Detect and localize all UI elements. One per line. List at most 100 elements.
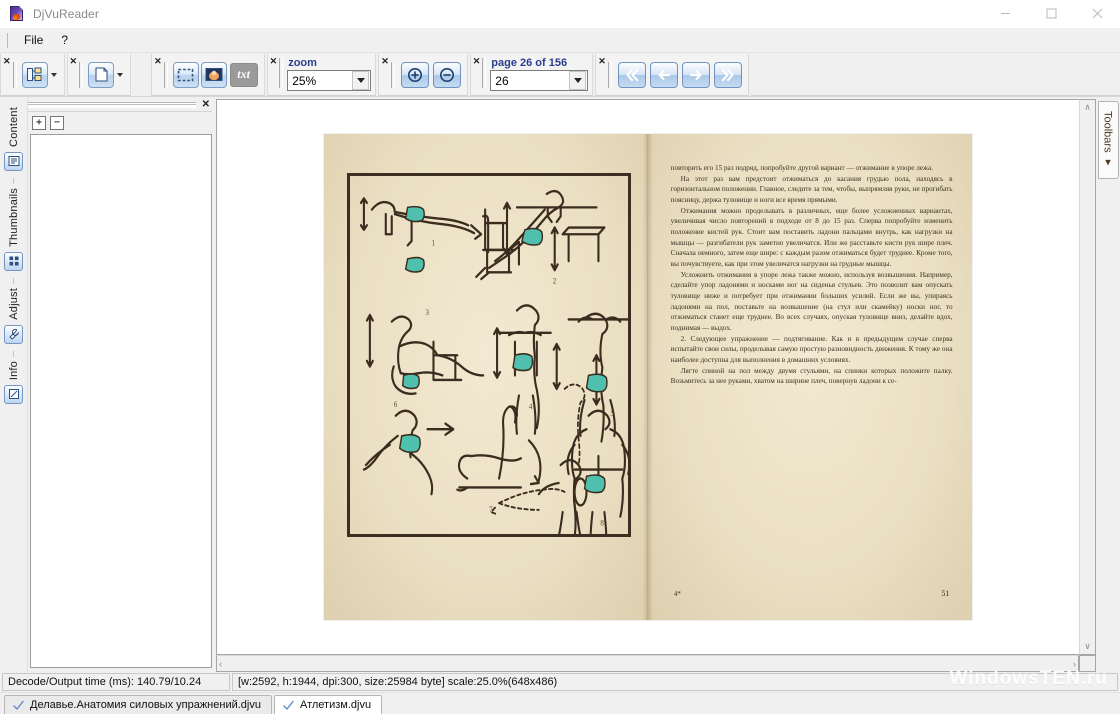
chevron-down-icon[interactable] xyxy=(569,71,586,90)
page-spread: 1 2 3 4 5 6 7 8 xyxy=(324,134,972,620)
chevron-down-icon[interactable] xyxy=(117,73,123,77)
title-bar: DjVuReader xyxy=(0,0,1120,28)
paragraph: Отжимания можно проделывать в различных,… xyxy=(671,206,953,270)
sidebar-item-label: Adjust xyxy=(8,286,20,322)
close-toolbar-icon[interactable]: ✕ xyxy=(70,57,78,66)
toolbar-grip[interactable] xyxy=(79,62,83,88)
sidebar-item-info[interactable]: Info xyxy=(4,359,23,404)
zoom-combo[interactable]: 25% xyxy=(287,70,371,91)
svg-text:3: 3 xyxy=(425,307,429,317)
page-toolbar: ✕ page 26 of 156 26 xyxy=(470,54,594,96)
scroll-up-icon[interactable]: ∧ xyxy=(1084,100,1091,115)
document-view[interactable]: 1 2 3 4 5 6 7 8 xyxy=(216,99,1079,655)
close-toolbar-icon[interactable]: ✕ xyxy=(270,57,278,66)
image-mode-icon[interactable] xyxy=(201,62,227,88)
document-page-right: повторить его 15 раз подряд, попробуйте … xyxy=(648,134,972,620)
paragraph: На этот раз вам предстоит отжиматься до … xyxy=(671,174,953,206)
previous-page-icon[interactable] xyxy=(650,62,678,88)
sidebar-panel: ✕ + − xyxy=(28,97,214,672)
svg-text:2: 2 xyxy=(552,276,556,286)
collapse-all-button[interactable]: − xyxy=(50,116,64,130)
panel-caption: ✕ xyxy=(28,99,212,111)
sidebar-tab-rail: Content Thumbnails xyxy=(0,97,28,672)
zoom-value: 25% xyxy=(292,74,352,88)
zoom-toolbar: ✕ zoom 25% xyxy=(267,54,377,96)
svg-text:6: 6 xyxy=(393,399,397,409)
content-tree-icon xyxy=(4,152,23,171)
page-combo[interactable]: 26 xyxy=(490,70,588,91)
svg-text:1: 1 xyxy=(431,238,435,248)
select-rectangle-icon[interactable] xyxy=(173,62,199,88)
toolbars-tab[interactable]: Toolbars ▾ xyxy=(1098,101,1119,179)
single-page-icon[interactable] xyxy=(88,62,114,88)
document-tab[interactable]: Делавье.Анатомия силовых упражнений.djvu xyxy=(4,695,272,714)
horizontal-scrollbar[interactable]: ‹ › xyxy=(216,655,1079,672)
application-window: DjVuReader File ? ✕ xyxy=(0,0,1120,714)
scrollbar-corner xyxy=(1079,655,1096,672)
expand-all-button[interactable]: + xyxy=(32,116,46,130)
panel-toolbar: + − xyxy=(28,111,212,133)
page-layout-icon[interactable] xyxy=(22,62,48,88)
sidebar-item-thumbnails[interactable]: Thumbnails xyxy=(4,186,23,271)
paragraph: Усложнить отжимания в упоре лежа также м… xyxy=(671,270,953,334)
last-page-icon[interactable] xyxy=(714,62,742,88)
toolbar-grip[interactable] xyxy=(13,62,17,88)
svg-text:7: 7 xyxy=(489,505,493,515)
next-page-icon[interactable] xyxy=(682,62,710,88)
zoom-out-icon[interactable] xyxy=(433,62,461,88)
toolbar-strip: ✕ ✕ xyxy=(0,53,1120,97)
content-tree[interactable] xyxy=(30,134,212,668)
scroll-right-icon[interactable]: › xyxy=(1073,659,1076,669)
signature-mark: 4* xyxy=(674,590,681,598)
vertical-scrollbar[interactable]: ∧ ∨ xyxy=(1079,99,1096,655)
maximize-button[interactable] xyxy=(1028,0,1074,28)
sidebar-item-label: Content xyxy=(8,105,20,149)
document-page-left: 1 2 3 4 5 6 7 8 xyxy=(324,134,648,620)
document-tab[interactable]: Атлетизм.djvu xyxy=(274,695,382,714)
toolbar-grip[interactable] xyxy=(391,62,395,88)
status-bar: Decode/Output time (ms): 140.79/10.24 [w… xyxy=(0,672,1120,692)
zoom-label: zoom xyxy=(287,57,371,69)
sidebar-item-content[interactable]: Content xyxy=(4,105,23,171)
toolbar-grip[interactable] xyxy=(279,58,283,88)
first-page-icon[interactable] xyxy=(618,62,646,88)
document-tab-label: Атлетизм.djvu xyxy=(300,699,371,711)
chevron-down-icon[interactable] xyxy=(352,71,369,90)
viewer-container: 1 2 3 4 5 6 7 8 xyxy=(214,97,1096,672)
scroll-down-icon[interactable]: ∨ xyxy=(1084,639,1091,654)
minimize-button[interactable] xyxy=(982,0,1028,28)
close-button[interactable] xyxy=(1074,0,1120,28)
page-number: 51 xyxy=(941,589,949,598)
window-controls xyxy=(982,0,1120,28)
main-body: Content Thumbnails xyxy=(0,97,1120,672)
toolbars-tab-label: Toolbars ▾ xyxy=(1102,111,1115,169)
txt-mode-icon[interactable]: txt xyxy=(230,63,258,87)
menu-help[interactable]: ? xyxy=(53,30,76,50)
page-value: 26 xyxy=(495,74,569,88)
status-image-info: [w:2592, h:1944, dpi:300, size:25984 byt… xyxy=(232,673,1118,691)
close-toolbar-icon[interactable]: ✕ xyxy=(381,57,389,66)
toolbar-grip[interactable] xyxy=(164,62,168,88)
menu-file[interactable]: File xyxy=(16,30,51,50)
close-toolbar-icon[interactable]: ✕ xyxy=(473,57,481,66)
navigation-toolbar: ✕ xyxy=(595,54,749,96)
close-toolbar-icon[interactable]: ✕ xyxy=(154,57,162,66)
close-toolbar-icon[interactable]: ✕ xyxy=(3,57,11,66)
tools-toolbar: ✕ txt xyxy=(151,54,265,96)
wrench-icon xyxy=(4,325,23,344)
toolbar-grip[interactable] xyxy=(482,58,486,88)
chevron-down-icon[interactable] xyxy=(51,73,57,77)
close-panel-icon[interactable]: ✕ xyxy=(202,100,210,110)
menu-grip[interactable] xyxy=(7,33,10,48)
zoom-in-icon[interactable] xyxy=(401,62,429,88)
close-toolbar-icon[interactable]: ✕ xyxy=(598,57,606,66)
right-tab-rail: Toolbars ▾ xyxy=(1096,97,1120,672)
sidebar-item-adjust[interactable]: Adjust xyxy=(4,286,23,344)
svg-text:5: 5 xyxy=(610,408,614,418)
sidebar-item-label: Thumbnails xyxy=(8,186,20,249)
app-icon xyxy=(9,6,25,22)
toolbar-grip[interactable] xyxy=(608,62,612,88)
paragraph: 2. Следующее упражнение — подтягивание. … xyxy=(671,334,953,366)
page-text-column: повторить его 15 раз подряд, попробуйте … xyxy=(671,163,953,571)
scroll-left-icon[interactable]: ‹ xyxy=(219,659,222,669)
